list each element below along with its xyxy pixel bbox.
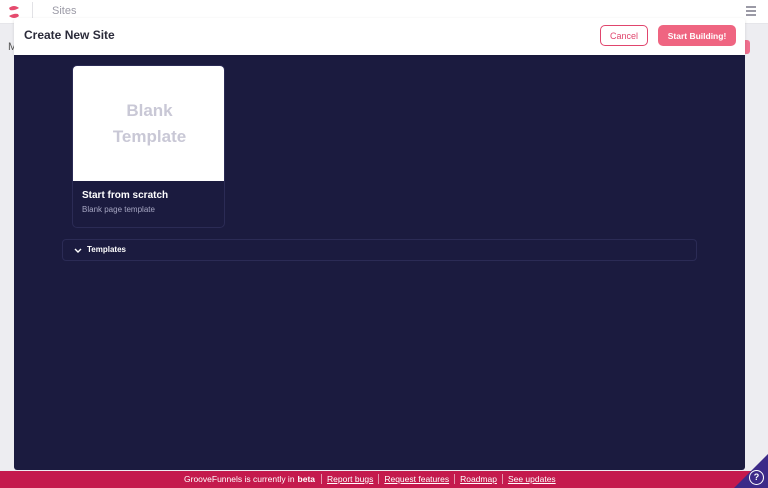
beta-status: beta: [297, 474, 316, 484]
template-card-title: Start from scratch: [82, 190, 169, 201]
blank-template-card[interactable]: Blank Template Start from scratch Blank …: [72, 65, 225, 228]
cancel-button[interactable]: Cancel: [600, 25, 648, 46]
beta-prefix: GrooveFunnels is currently in: [184, 474, 295, 484]
roadmap-link[interactable]: Roadmap: [454, 474, 502, 484]
help-icon[interactable]: ?: [749, 470, 764, 485]
report-bugs-link[interactable]: Report bugs: [321, 474, 378, 484]
template-preview-text: Blank Template: [112, 100, 187, 146]
chevron-down-icon: [74, 248, 82, 253]
template-card-subtitle: Blank page template: [82, 205, 155, 214]
see-updates-link[interactable]: See updates: [501, 474, 561, 484]
modal-title: Create New Site: [24, 28, 115, 42]
templates-section-toggle[interactable]: Templates: [62, 239, 697, 261]
modal-header: Create New Site Cancel Start Building!: [14, 18, 745, 55]
modal-body: Blank Template Start from scratch Blank …: [14, 55, 745, 470]
templates-label: Templates: [87, 245, 126, 254]
start-building-button[interactable]: Start Building!: [658, 25, 736, 46]
beta-bar: GrooveFunnels is currently in beta Repor…: [0, 471, 768, 488]
page-title: Sites: [52, 5, 77, 17]
hamburger-icon[interactable]: [746, 6, 756, 16]
beta-message: GrooveFunnels is currently in beta Repor…: [184, 474, 561, 484]
request-features-link[interactable]: Request features: [378, 474, 454, 484]
template-preview: Blank Template: [73, 66, 224, 181]
